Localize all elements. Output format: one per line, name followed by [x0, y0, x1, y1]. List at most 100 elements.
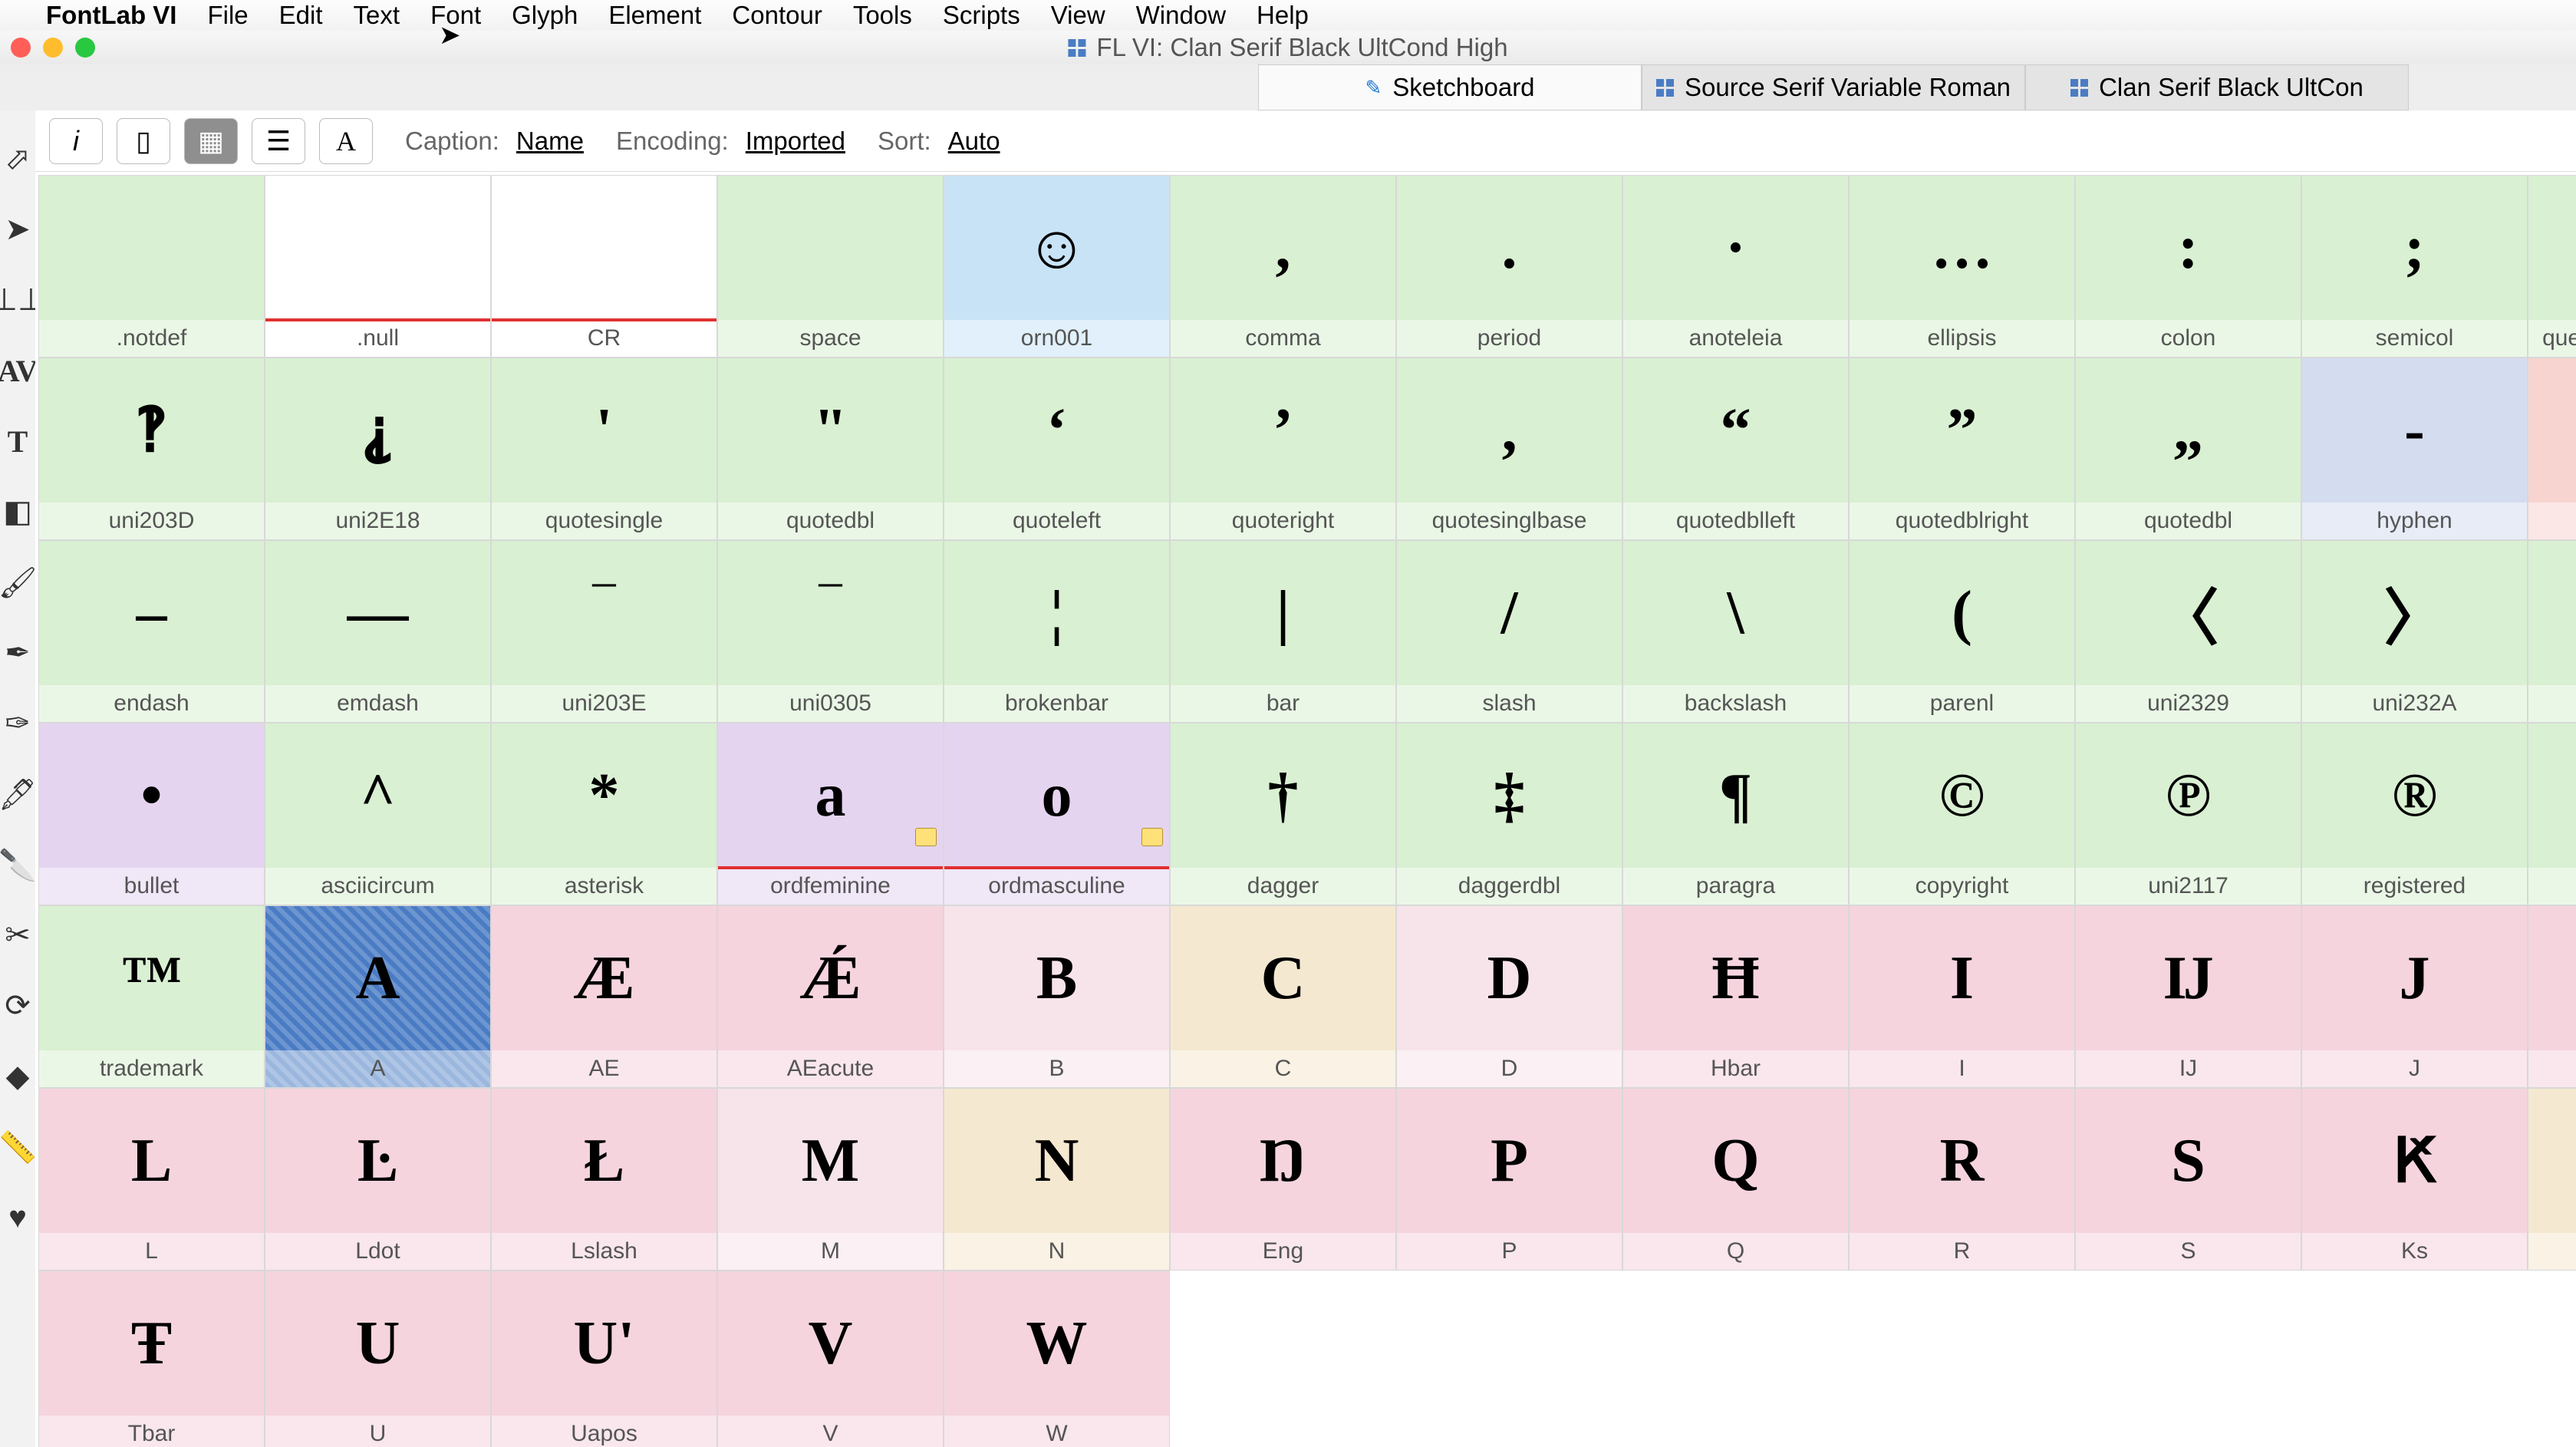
glyph-cell[interactable]: AA: [265, 905, 491, 1088]
glyph-cell[interactable]: ŊEng: [1170, 1088, 1396, 1271]
eraser-tool-icon[interactable]: ◧: [0, 494, 35, 529]
tab-source-serif[interactable]: Source Serif Variable Roman: [1642, 64, 2025, 110]
menu-element[interactable]: Element: [608, 1, 701, 30]
menu-window[interactable]: Window: [1136, 1, 1226, 30]
glyph-cell[interactable]: RR: [1849, 1088, 2075, 1271]
menu-glyph[interactable]: Glyph: [512, 1, 578, 30]
glyph-cell[interactable]: LL: [38, 1088, 265, 1271]
glyph-cell[interactable]: aordfeminine: [717, 723, 944, 905]
glyph-cell[interactable]: ¶paragra: [1622, 723, 1849, 905]
glyph-cell[interactable]: KK: [2528, 905, 2576, 1088]
glyph-cell[interactable]: ®registered: [2301, 723, 2528, 905]
glyph-cell[interactable]: ·anoteleia: [1622, 175, 1849, 358]
lasso-tool-icon[interactable]: ⟳: [0, 988, 35, 1023]
glyph-cell[interactable]: 'quotesingle: [491, 358, 717, 540]
glyph-cell[interactable]: …ellipsis: [1849, 175, 2075, 358]
glyph-cell[interactable]: ™trademark: [38, 905, 265, 1088]
glyph-grid-scroll[interactable]: .notdef.nullCRspace☺orn001,comma.period·…: [35, 172, 2576, 1447]
glyph-cell[interactable]: ‚quotesinglbase: [1396, 358, 1622, 540]
view-grid-button[interactable]: ▦: [184, 118, 238, 164]
glyph-cell[interactable]: ĲIJ: [2075, 905, 2301, 1088]
glyph-cell[interactable]: ℗uni2117: [2075, 723, 2301, 905]
glyph-cell[interactable]: ԞKs: [2301, 1088, 2528, 1271]
menu-font[interactable]: Font: [430, 1, 481, 30]
info-button[interactable]: i: [49, 118, 103, 164]
heart-tool-icon[interactable]: ♥: [0, 1200, 35, 1235]
close-button[interactable]: [11, 38, 31, 58]
glyph-cell[interactable]: II: [1849, 905, 2075, 1088]
menu-contour[interactable]: Contour: [732, 1, 822, 30]
glyph-cell[interactable]: ǼAEacute: [717, 905, 944, 1088]
menu-text[interactable]: Text: [354, 1, 400, 30]
glyph-cell[interactable]: “quotedblleft: [1622, 358, 1849, 540]
calligraphy-tool-icon[interactable]: 🖋: [0, 776, 35, 812]
glyph-cell[interactable]: ‘quoteleft: [944, 358, 1170, 540]
glyph-cell[interactable]: TT: [2528, 1088, 2576, 1271]
glyph-cell[interactable]: ÆAE: [491, 905, 717, 1088]
glyph-cell[interactable]: .notdef: [38, 175, 265, 358]
glyph-cell[interactable]: ¿questiondown.case: [2528, 175, 2576, 358]
glyph-cell[interactable]: ©copyright: [1849, 723, 2075, 905]
menu-file[interactable]: File: [207, 1, 248, 30]
glyph-cell[interactable]: ^asciicircum: [265, 723, 491, 905]
tab-sketchboard[interactable]: ✎ Sketchboard: [1258, 64, 1642, 110]
menu-tools[interactable]: Tools: [853, 1, 912, 30]
glyph-cell[interactable]: SS: [2075, 1088, 2301, 1271]
glyph-cell[interactable]: \backslash: [1622, 540, 1849, 723]
glyph-cell[interactable]: |bar: [1170, 540, 1396, 723]
glyph-cell[interactable]: .null: [265, 175, 491, 358]
ruler-tool-icon[interactable]: 📏: [0, 1129, 35, 1165]
menu-edit[interactable]: Edit: [279, 1, 323, 30]
glyph-cell[interactable]: (parenl: [1849, 540, 2075, 723]
text-tool-icon[interactable]: T: [0, 424, 35, 459]
encoding-value[interactable]: Imported: [746, 127, 845, 156]
glyph-cell[interactable]: space: [717, 175, 944, 358]
glyph-cell[interactable]: JJ: [2301, 905, 2528, 1088]
glyph-cell[interactable]: ’quoteright: [1170, 358, 1396, 540]
glyph-cell[interactable]: 〉uni232A: [2301, 540, 2528, 723]
glyph-cell[interactable]: ;semicol: [2301, 175, 2528, 358]
zoom-button[interactable]: [75, 38, 95, 58]
glyph-cell[interactable]: WW: [944, 1271, 1170, 1447]
glyph-cell[interactable]: ‒figuredash: [2528, 358, 2576, 540]
glyph-cell[interactable]: QQ: [1622, 1088, 1849, 1271]
pen-tool-icon[interactable]: ✒: [0, 635, 35, 671]
glyph-cell[interactable]: ⸘uni2E18: [265, 358, 491, 540]
glyph-cell[interactable]: ŦTbar: [38, 1271, 265, 1447]
glyph-cell[interactable]: ĦHbar: [1622, 905, 1849, 1088]
glyph-cell[interactable]: CC: [1170, 905, 1396, 1088]
minimize-button[interactable]: [43, 38, 63, 58]
glyph-cell[interactable]: DD: [1396, 905, 1622, 1088]
glyph-cell[interactable]: :colon: [2075, 175, 2301, 358]
glyph-cell[interactable]: NN: [944, 1088, 1170, 1271]
glyph-cell[interactable]: ~asciitilde: [2528, 540, 2576, 723]
glyph-cell[interactable]: ℠uni2120: [2528, 723, 2576, 905]
glyph-cell[interactable]: ‽uni203D: [38, 358, 265, 540]
glyph-cell[interactable]: ¦brokenbar: [944, 540, 1170, 723]
glyph-cell[interactable]: UU: [265, 1271, 491, 1447]
tab-clan-serif[interactable]: Clan Serif Black UltCon: [2025, 64, 2409, 110]
glyph-cell[interactable]: ☺orn001: [944, 175, 1170, 358]
knife-tool-icon[interactable]: 🔪: [0, 847, 35, 882]
glyph-cell[interactable]: VV: [717, 1271, 944, 1447]
caption-value[interactable]: Name: [516, 127, 584, 156]
menu-help[interactable]: Help: [1257, 1, 1309, 30]
glyph-cell[interactable]: ĿLdot: [265, 1088, 491, 1271]
glyph-cell[interactable]: oordmasculine: [944, 723, 1170, 905]
glyph-cell[interactable]: -hyphen: [2301, 358, 2528, 540]
glyph-cell[interactable]: —emdash: [265, 540, 491, 723]
brush-tool-icon[interactable]: 🖌: [0, 565, 35, 600]
cursor-tool-icon[interactable]: ⬀: [0, 141, 35, 176]
nib-tool-icon[interactable]: ✑: [0, 706, 35, 741]
scissors-tool-icon[interactable]: ✂: [0, 918, 35, 953]
glyph-cell[interactable]: MM: [717, 1088, 944, 1271]
glyph-cell[interactable]: ‾uni0305: [717, 540, 944, 723]
view-list-button[interactable]: ☰: [252, 118, 305, 164]
glyph-cell[interactable]: .period: [1396, 175, 1622, 358]
glyph-cell[interactable]: ”quotedblright: [1849, 358, 2075, 540]
glyph-cell[interactable]: *asterisk: [491, 723, 717, 905]
glyph-cell[interactable]: BB: [944, 905, 1170, 1088]
glyph-cell[interactable]: •bullet: [38, 723, 265, 905]
glyph-button[interactable]: A: [319, 118, 373, 164]
sort-value[interactable]: Auto: [948, 127, 1000, 156]
